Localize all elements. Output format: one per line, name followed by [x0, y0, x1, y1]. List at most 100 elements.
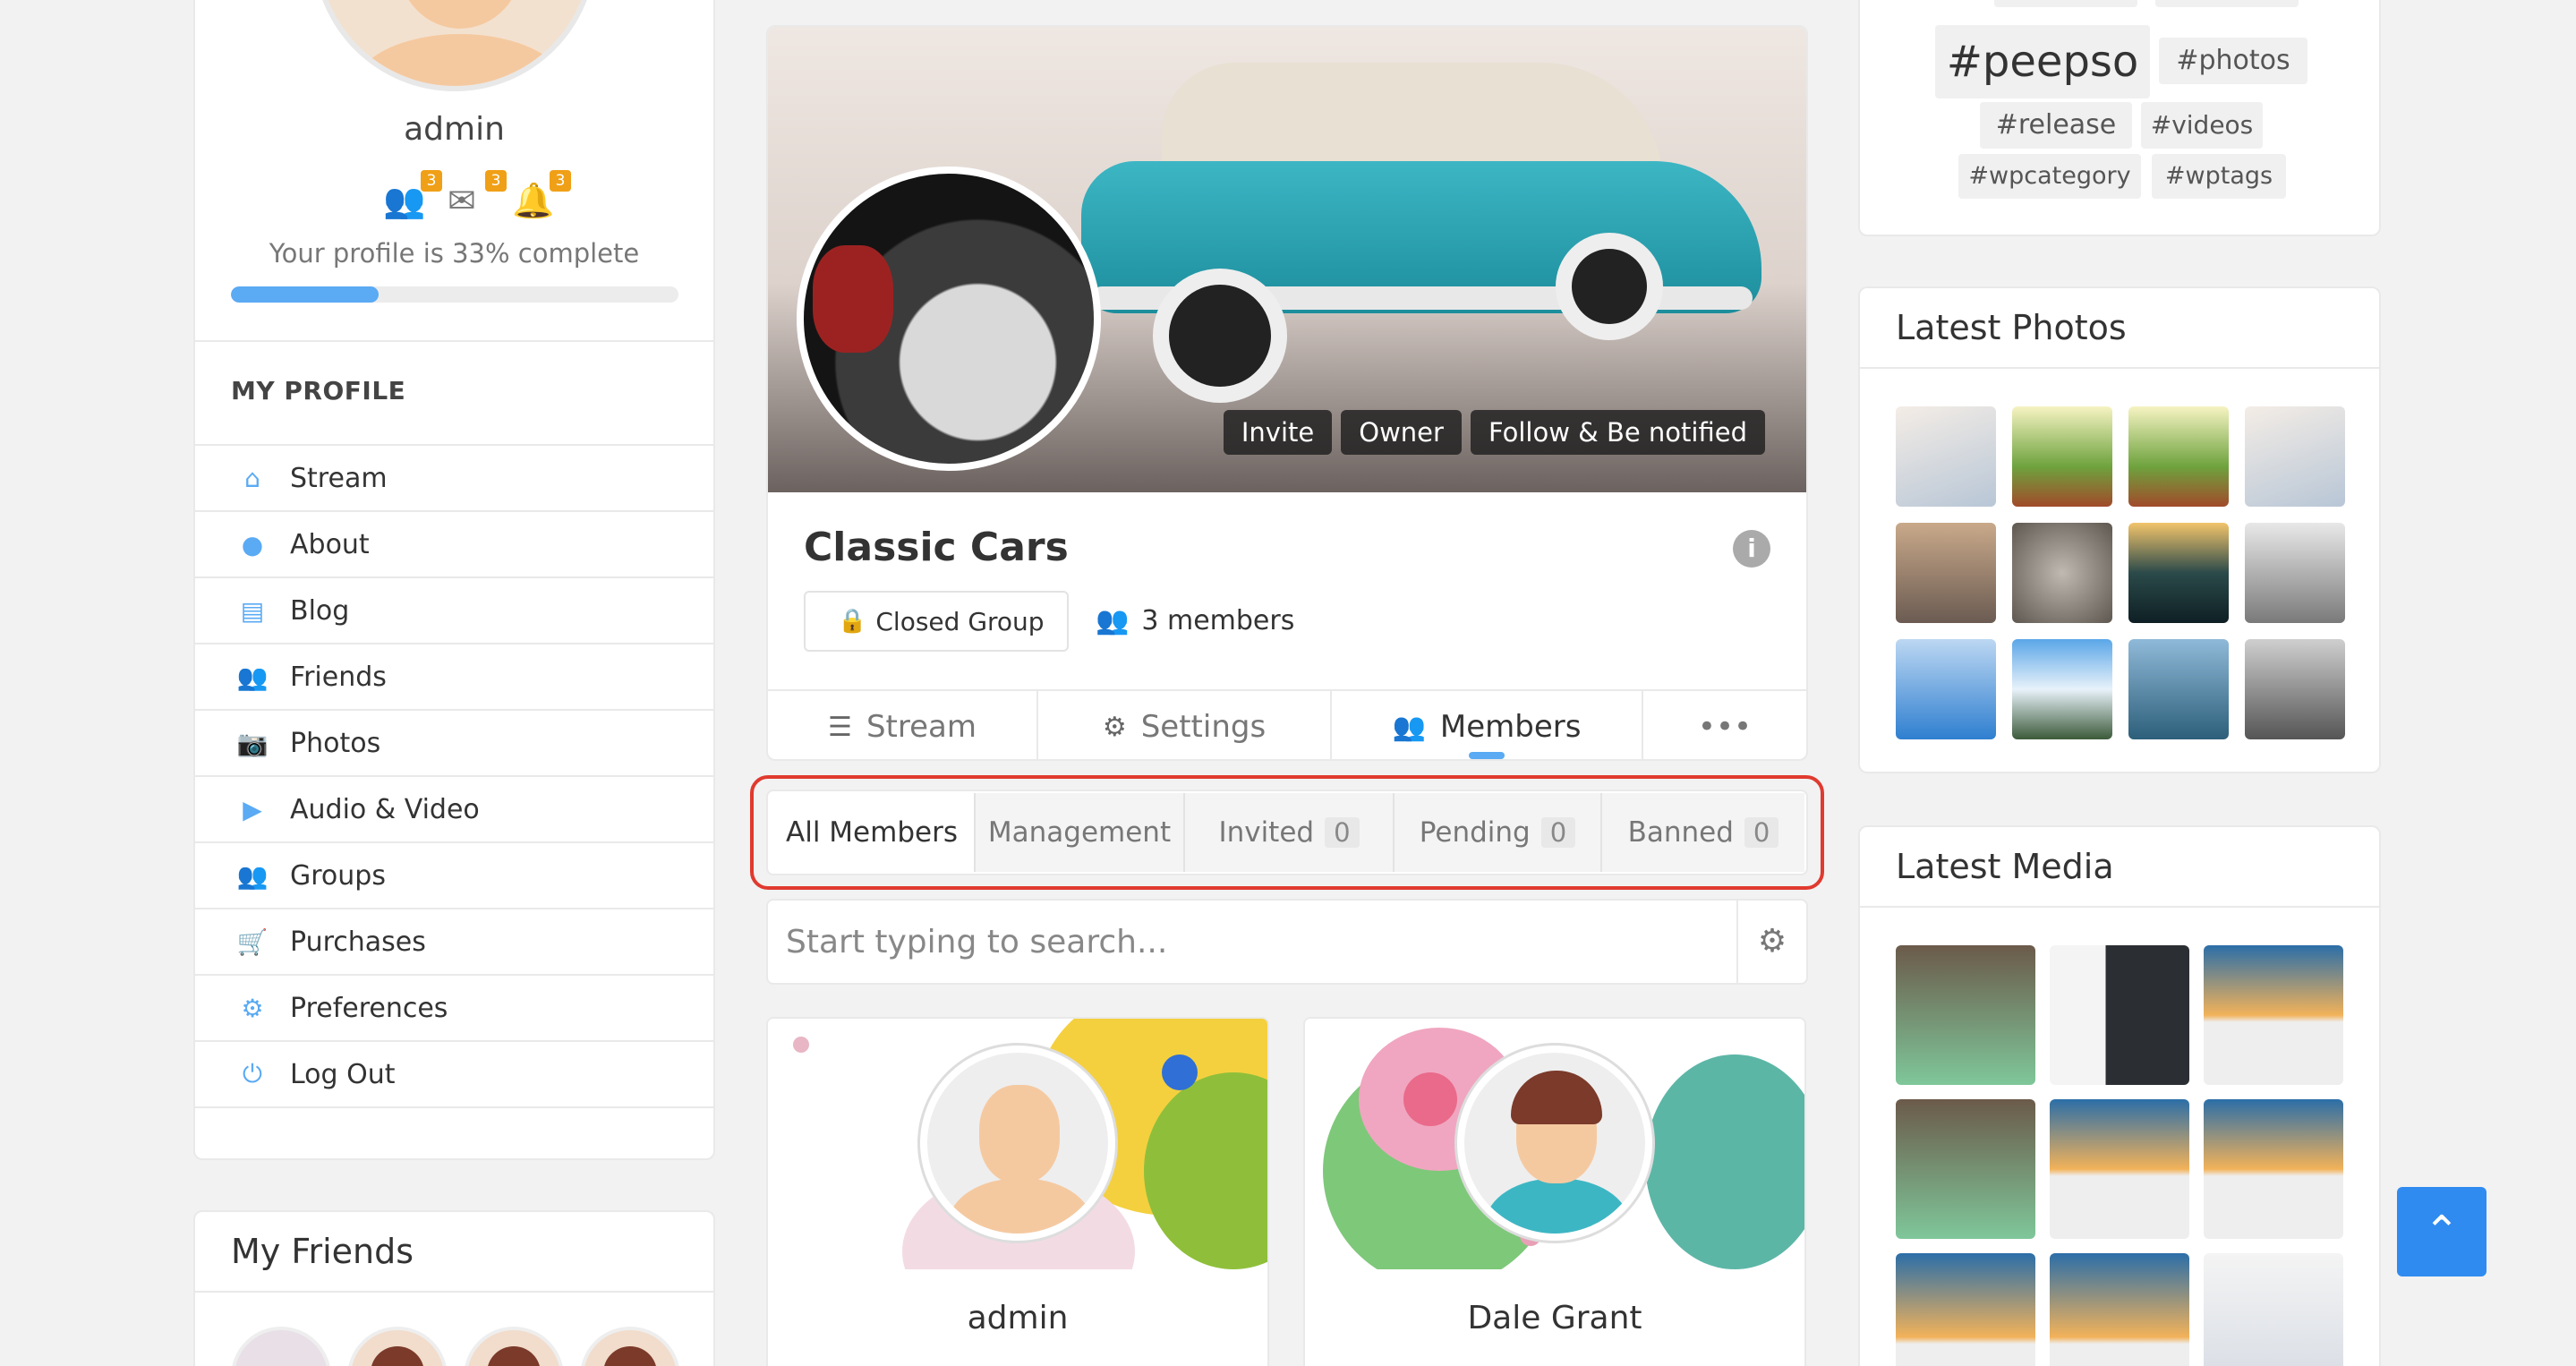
photo-thumbnail[interactable]: [2245, 639, 2345, 739]
group-privacy-badge[interactable]: 🔒 Closed Group: [804, 591, 1069, 652]
gear-icon[interactable]: ⚙: [1736, 901, 1806, 983]
tab-more[interactable]: •••: [1643, 691, 1806, 759]
member-card[interactable]: Dale Grant: [1303, 1017, 1806, 1366]
menu-item-blog[interactable]: ▤ Blog: [195, 576, 713, 643]
menu-item-audio-video[interactable]: ▶ Audio & Video: [195, 775, 713, 841]
menu-item-preferences[interactable]: ⚙ Preferences: [195, 974, 713, 1040]
blog-icon: ▤: [240, 595, 265, 626]
member-name[interactable]: admin: [768, 1300, 1267, 1336]
menu-item-about[interactable]: ● About: [195, 510, 713, 576]
media-thumbnail[interactable]: [1896, 945, 2035, 1085]
photo-thumbnail[interactable]: [1896, 406, 1996, 507]
group-tabs: ☰ Stream ⚙ Settings 👥 Members •••: [768, 689, 1806, 759]
cover-shape: [793, 1037, 809, 1053]
tab-settings[interactable]: ⚙ Settings: [1038, 691, 1332, 759]
more-icon: •••: [1697, 709, 1753, 745]
profile-name[interactable]: admin: [195, 111, 713, 148]
menu-item-purchases[interactable]: 🛒 Purchases: [195, 908, 713, 974]
photo-thumbnail[interactable]: [2128, 523, 2229, 623]
menu-item-friends[interactable]: 👥 Friends: [195, 643, 713, 709]
menu-item-groups[interactable]: 👥 Groups: [195, 841, 713, 908]
menu-item-label: Blog: [290, 594, 350, 627]
tab-stream[interactable]: ☰ Stream: [768, 691, 1038, 759]
member-avatar[interactable]: [1457, 1046, 1652, 1241]
tag-wpcategory[interactable]: #wpcategory: [1958, 154, 2141, 199]
photo-thumbnail[interactable]: [2245, 523, 2345, 623]
friend-avatar[interactable]: [347, 1327, 448, 1366]
menu-item-stream[interactable]: ⌂ Stream: [195, 444, 713, 510]
tags-widget: #peepso #photos #release #videos #wpcate…: [1858, 0, 2381, 236]
media-thumbnail[interactable]: [2050, 1253, 2189, 1366]
subtab-label: Management: [987, 816, 1172, 849]
media-thumbnail[interactable]: [2204, 1099, 2343, 1239]
friend-avatar[interactable]: [464, 1327, 564, 1366]
friends-notification[interactable]: 👥 3: [383, 170, 442, 220]
member-avatar[interactable]: [920, 1046, 1115, 1241]
subtab-management[interactable]: Management: [976, 793, 1185, 872]
subtab-invited[interactable]: Invited 0: [1185, 793, 1395, 872]
menu-item-label: Stream: [290, 462, 388, 494]
tag-videos[interactable]: #videos: [2141, 102, 2263, 149]
media-thumbnail[interactable]: [1896, 1099, 2035, 1239]
menu-item-log-out[interactable]: ⏻ Log Out: [195, 1040, 713, 1106]
photo-thumbnail[interactable]: [2012, 523, 2112, 623]
messages-notification[interactable]: ✉ 3: [448, 170, 507, 220]
photo-thumbnail[interactable]: [1896, 523, 1996, 623]
alerts-notification[interactable]: 🔔 3: [512, 170, 571, 220]
friends-count-badge: 3: [421, 170, 442, 192]
subtab-label: Invited: [1218, 816, 1315, 849]
latest-photos-widget: Latest Photos: [1858, 286, 2381, 773]
friend-avatar[interactable]: [231, 1327, 331, 1366]
messages-icon: ✉: [448, 181, 476, 220]
info-icon[interactable]: i: [1733, 530, 1770, 568]
tag-release[interactable]: #release: [1980, 102, 2132, 149]
owner-button[interactable]: Owner: [1341, 410, 1462, 455]
divider: [195, 1291, 713, 1293]
tag-peepso[interactable]: #peepso: [1935, 25, 2150, 98]
subtab-all-members[interactable]: All Members: [770, 793, 976, 872]
cover-shape: [1162, 1054, 1198, 1090]
tab-label: Stream: [866, 709, 977, 745]
menu-item-label: Groups: [290, 859, 386, 892]
member-card[interactable]: admin: [766, 1017, 1269, 1366]
photo-thumbnail[interactable]: [2012, 406, 2112, 507]
group-avatar[interactable]: [797, 166, 1101, 471]
profile-avatar[interactable]: [313, 0, 596, 91]
member-search-input[interactable]: [768, 901, 1735, 983]
media-thumbnail[interactable]: [1896, 1253, 2035, 1366]
tag-photos[interactable]: #photos: [2159, 38, 2307, 84]
photo-thumbnail[interactable]: [2128, 406, 2229, 507]
tag-wptags[interactable]: #wptags: [2152, 154, 2286, 199]
tag-item-hidden[interactable]: [2155, 0, 2299, 7]
follow-button[interactable]: Follow & Be notified: [1470, 410, 1765, 455]
photo-thumbnail[interactable]: [2128, 639, 2229, 739]
menu-item-photos[interactable]: 📷 Photos: [195, 709, 713, 775]
photo-thumbnail[interactable]: [2012, 639, 2112, 739]
photo-thumbnail[interactable]: [2245, 406, 2345, 507]
gear-icon: ⚙: [1102, 711, 1127, 743]
subtab-label: Banned: [1627, 816, 1734, 849]
friend-avatar[interactable]: [580, 1327, 680, 1366]
tag-item-hidden[interactable]: [1994, 0, 2137, 7]
profile-completeness-text: Your profile is 33% complete: [269, 238, 640, 269]
menu-item-label: Photos: [290, 727, 381, 759]
group-members-count[interactable]: 👥 3 members: [1096, 605, 1294, 636]
menu-item-label: Log Out: [290, 1058, 396, 1090]
media-thumbnail[interactable]: [2204, 945, 2343, 1085]
user-icon: ●: [241, 529, 264, 559]
tab-members[interactable]: 👥 Members: [1332, 691, 1643, 759]
divider: [1860, 906, 2379, 908]
member-name[interactable]: Dale Grant: [1305, 1300, 1804, 1336]
photo-thumbnail[interactable]: [1896, 639, 1996, 739]
lock-icon: 🔒: [838, 608, 867, 635]
tab-label: Settings: [1140, 709, 1267, 745]
media-thumbnail[interactable]: [2050, 945, 2189, 1085]
subtab-pending[interactable]: Pending 0: [1395, 793, 1602, 872]
subtab-banned[interactable]: Banned 0: [1602, 793, 1804, 872]
invite-button[interactable]: Invite: [1223, 410, 1333, 455]
profile-completeness-fill: [231, 286, 379, 303]
scroll-to-top-button[interactable]: ⌃: [2397, 1187, 2486, 1276]
media-thumbnail[interactable]: [2050, 1099, 2189, 1239]
media-thumbnail[interactable]: [2204, 1253, 2343, 1366]
cover-shape: [1403, 1072, 1457, 1126]
